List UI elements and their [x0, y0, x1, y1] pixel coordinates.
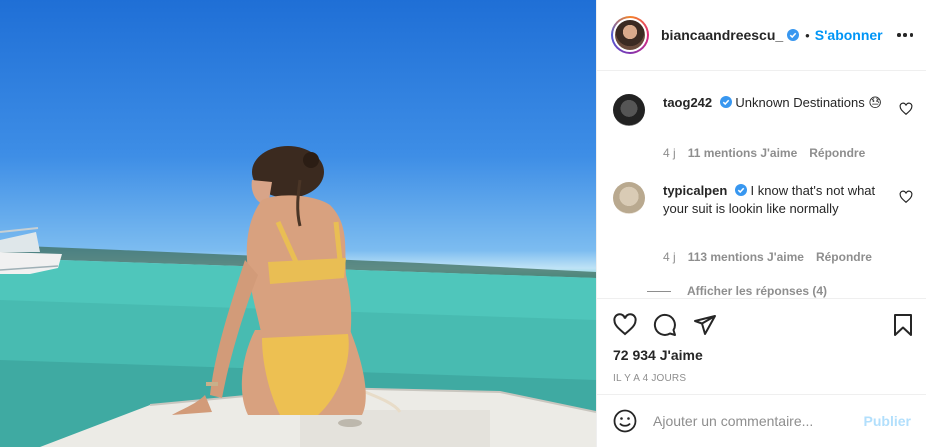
post-dialog: biancaandreescu_ • S'abonner taog242 Unk… — [0, 0, 926, 447]
post-timestamp[interactable]: IL Y A 4 JOURS — [613, 373, 686, 384]
comment-username[interactable]: taog242 — [663, 95, 712, 110]
avatar[interactable] — [611, 16, 649, 54]
reply-button[interactable]: Répondre — [809, 146, 865, 160]
view-replies-button[interactable]: Afficher les réponses (4) — [647, 284, 827, 298]
comment-avatar[interactable] — [613, 182, 645, 214]
comments-list[interactable]: taog242 Unknown Destinations 😓 4 j 11 me… — [597, 72, 926, 298]
comment-age: 4 j — [663, 146, 676, 160]
comment-text: Unknown Destinations 😓 — [735, 95, 882, 110]
comment-text-block: typicalpen I know that's not what your s… — [663, 182, 883, 218]
post-header: biancaandreescu_ • S'abonner — [597, 0, 926, 71]
comment-meta: 4 j 113 mentions J'aime Répondre — [663, 250, 872, 264]
action-icons — [613, 313, 717, 337]
more-options-icon[interactable] — [897, 27, 913, 43]
verified-badge-icon — [719, 96, 732, 108]
add-comment-bar: Publier — [597, 394, 926, 447]
separator-dot: • — [805, 27, 810, 43]
comment-bubble-icon[interactable] — [653, 313, 677, 337]
comment-username[interactable]: typicalpen — [663, 183, 727, 198]
comment-meta: 4 j 11 mentions J'aime Répondre — [663, 146, 865, 160]
view-replies-label: Afficher les réponses (4) — [687, 284, 828, 298]
share-paper-plane-icon[interactable] — [693, 313, 717, 337]
post-username[interactable]: biancaandreescu_ — [661, 27, 783, 43]
emoji-icon[interactable] — [613, 409, 637, 433]
replies-divider-line — [647, 290, 671, 292]
verified-badge-icon — [787, 29, 800, 41]
comment-likes[interactable]: 113 mentions J'aime — [688, 250, 804, 264]
like-comment-heart-icon[interactable] — [899, 190, 913, 204]
comment-age: 4 j — [663, 250, 676, 264]
post-side-panel: biancaandreescu_ • S'abonner taog242 Unk… — [596, 0, 926, 447]
reply-button[interactable]: Répondre — [816, 250, 872, 264]
post-comment-button[interactable]: Publier — [864, 413, 911, 429]
comment-text-block: taog242 Unknown Destinations 😓 — [663, 94, 883, 112]
comment-avatar[interactable] — [613, 94, 645, 126]
like-comment-heart-icon[interactable] — [899, 102, 913, 116]
follow-button[interactable]: S'abonner — [815, 27, 883, 43]
post-photo[interactable] — [0, 0, 596, 447]
like-heart-icon[interactable] — [613, 313, 637, 337]
comment-input[interactable] — [653, 413, 864, 429]
bookmark-icon[interactable] — [891, 313, 915, 337]
post-actions: 72 934 J'aime IL Y A 4 JOURS — [597, 298, 926, 394]
beach-photo-illustration — [0, 146, 596, 447]
comment-likes[interactable]: 11 mentions J'aime — [688, 146, 798, 160]
verified-badge-icon — [734, 184, 747, 196]
likes-count[interactable]: 72 934 J'aime — [613, 347, 703, 363]
